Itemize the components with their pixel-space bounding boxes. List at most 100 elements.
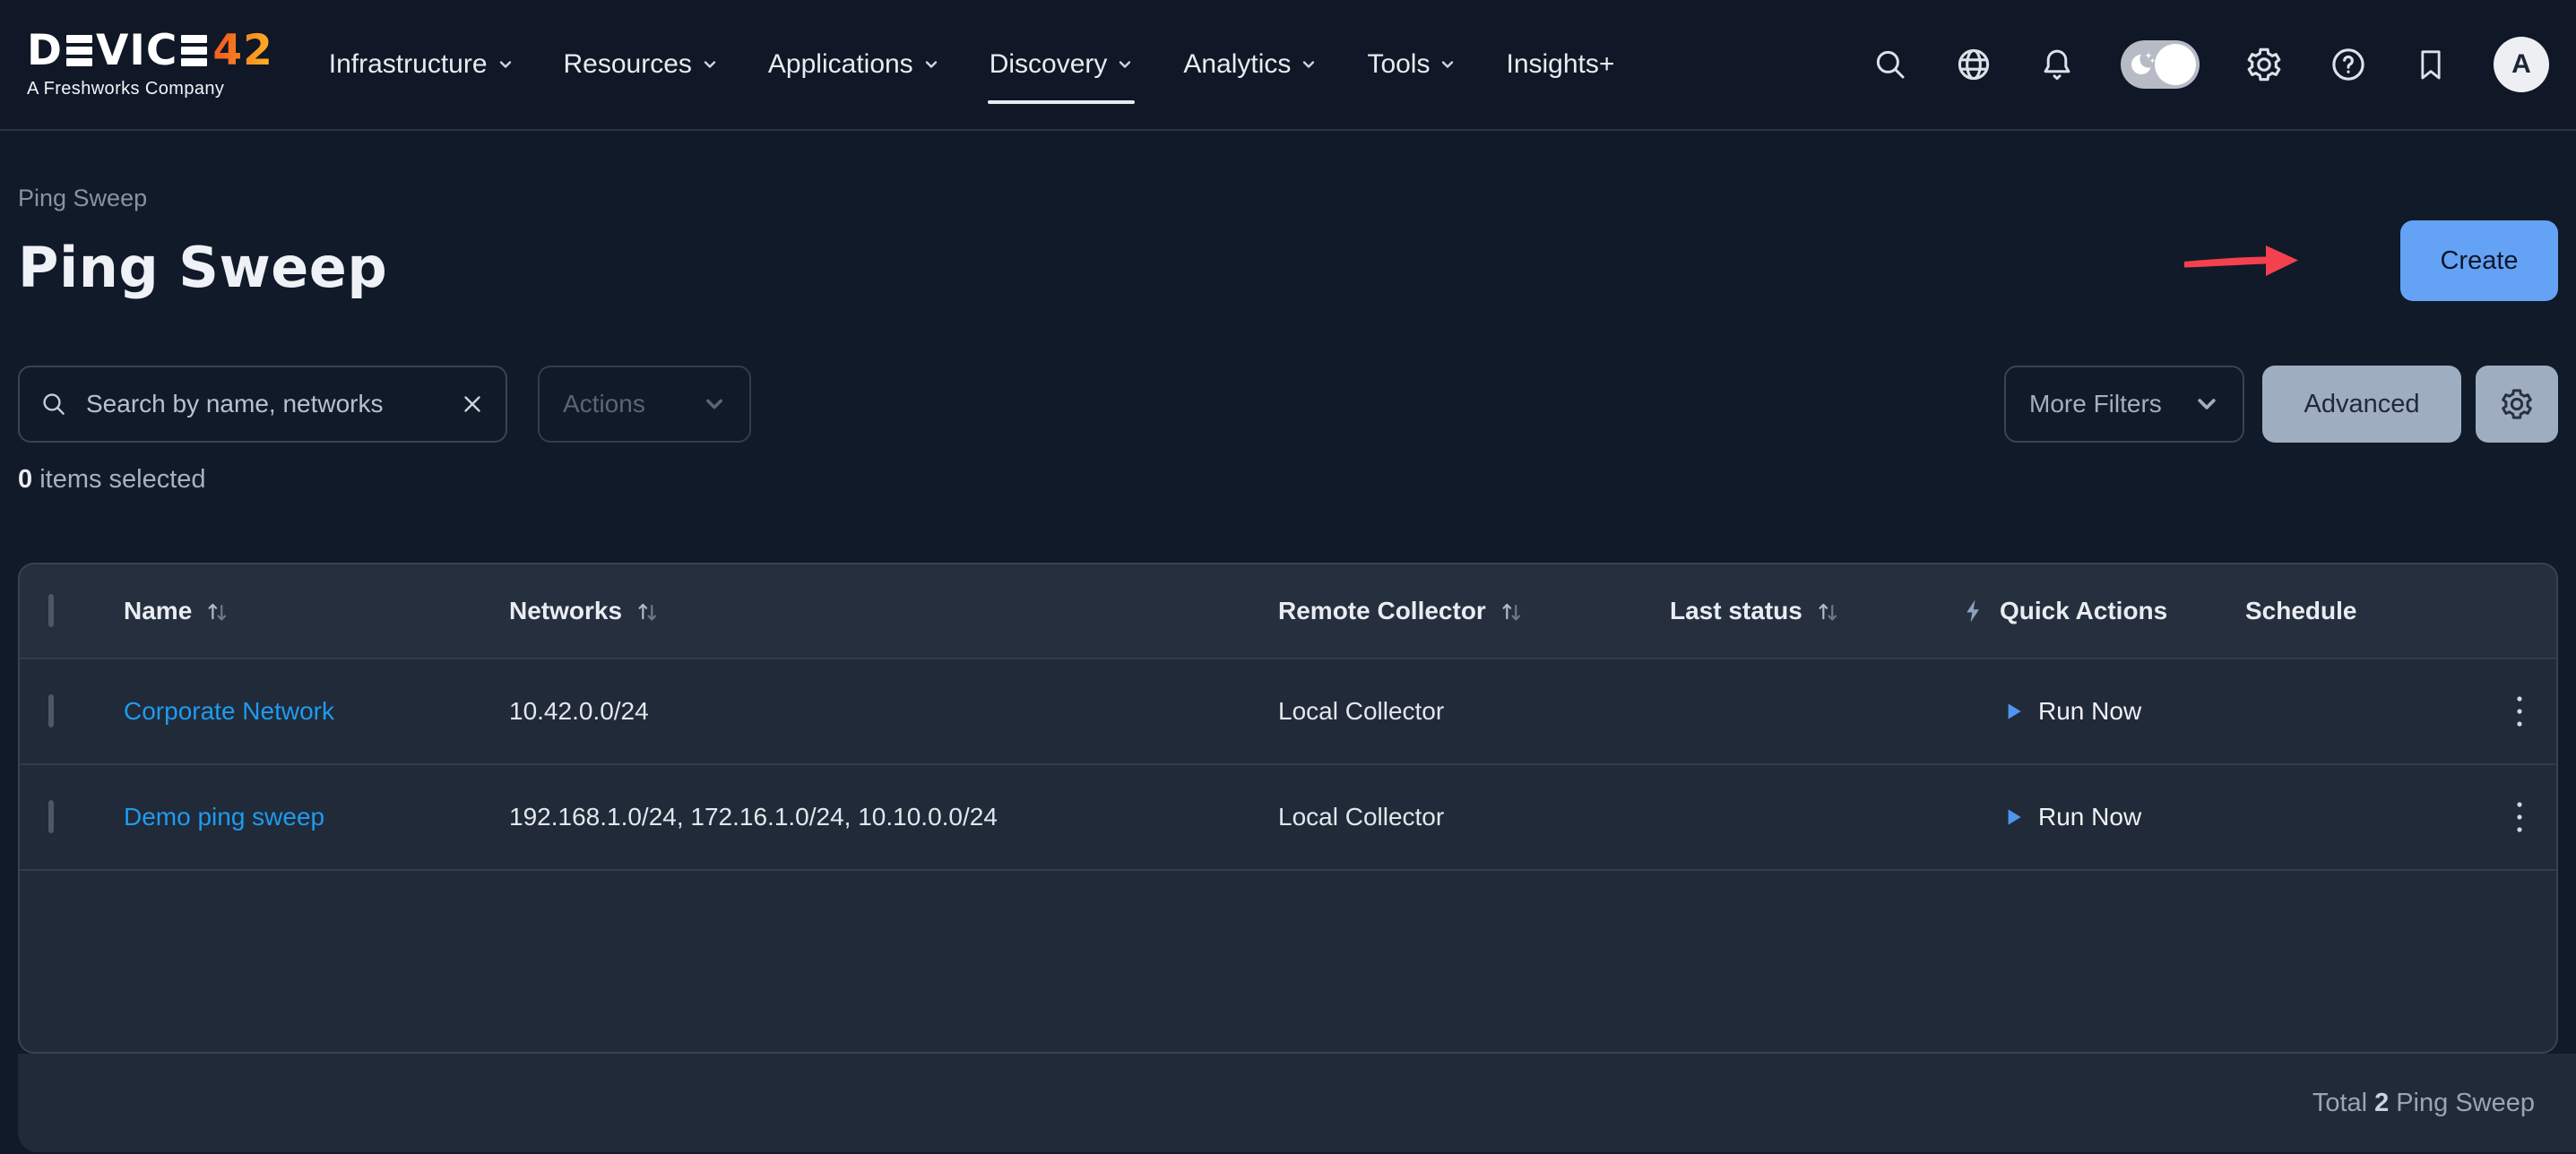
run-now-button[interactable]: Run Now (1960, 697, 2245, 726)
nav-item-analytics[interactable]: Analytics (1183, 0, 1317, 129)
column-header-name[interactable]: Name (124, 597, 192, 625)
table-row: Demo ping sweep 192.168.1.0/24, 172.16.1… (20, 763, 2556, 869)
total-entity: Ping Sweep (2396, 1089, 2535, 1118)
ping-sweep-table: Name Networks Remote Collector Last stat… (18, 563, 2558, 1054)
avatar-initial: A (2511, 49, 2531, 80)
settings-gear-icon[interactable] (2244, 45, 2284, 84)
chevron-down-icon (1439, 56, 1456, 73)
column-header-schedule: Schedule (2245, 597, 2356, 625)
table-row: Corporate Network 10.42.0.0/24 Local Col… (20, 658, 2556, 763)
run-now-label: Run Now (2038, 697, 2141, 726)
sort-icon[interactable] (204, 599, 229, 624)
row-name-link[interactable]: Demo ping sweep (124, 803, 324, 831)
page-head: Ping Sweep Ping Sweep Create (18, 185, 2558, 301)
logo-letters: VIC (96, 30, 177, 72)
chevron-down-icon (2194, 392, 2219, 417)
table-header-row: Name Networks Remote Collector Last stat… (20, 564, 2556, 658)
nav-item-label: Insights+ (1506, 49, 1614, 80)
row-name-link[interactable]: Corporate Network (124, 697, 334, 725)
column-header-last-status[interactable]: Last status (1670, 597, 1802, 625)
nav-utility-icons: A (1871, 37, 2549, 92)
chevron-down-icon (497, 56, 514, 73)
search-box (18, 366, 507, 443)
selection-count-text: items selected (39, 465, 205, 494)
nav-item-label: Tools (1367, 49, 1430, 80)
row-networks: 192.168.1.0/24, 172.16.1.0/24, 10.10.0.0… (509, 803, 1278, 831)
avatar[interactable]: A (2494, 37, 2549, 92)
logo-e-glyph (66, 35, 92, 66)
nav-item-infrastructure[interactable]: Infrastructure (329, 0, 514, 129)
nav-item-applications[interactable]: Applications (768, 0, 939, 129)
select-all-checkbox[interactable] (48, 594, 54, 627)
globe-icon[interactable] (1954, 45, 1993, 84)
nav-item-label: Analytics (1183, 49, 1291, 80)
table-settings-button[interactable] (2476, 366, 2558, 443)
actions-label: Actions (563, 390, 645, 418)
annotation-arrow-icon (2182, 240, 2300, 281)
logo-accent-42: 42 (212, 30, 272, 72)
nav-item-label: Applications (768, 49, 913, 80)
search-icon[interactable] (1871, 46, 1909, 83)
more-filters-dropdown[interactable]: More Filters (2004, 366, 2244, 443)
brand-tagline: A Freshworks Company (27, 79, 273, 99)
search-input[interactable] (84, 389, 443, 419)
column-header-quick-actions: Quick Actions (2000, 597, 2167, 625)
sort-icon[interactable] (1815, 599, 1840, 624)
run-now-button[interactable]: Run Now (1960, 803, 2245, 831)
create-button[interactable]: Create (2400, 220, 2558, 301)
help-icon[interactable] (2329, 45, 2368, 84)
total-label: Total (2312, 1089, 2367, 1118)
page-title: Ping Sweep (18, 234, 387, 301)
top-nav: D VIC 42 A Freshworks Company Infrastruc… (0, 0, 2576, 131)
advanced-button[interactable]: Advanced (2262, 366, 2461, 443)
row-remote-collector: Local Collector (1278, 697, 1670, 726)
search-icon (39, 390, 68, 418)
chevron-down-icon (702, 56, 718, 73)
nav-item-discovery[interactable]: Discovery (990, 0, 1134, 129)
row-menu-kebab-icon[interactable] (2504, 788, 2556, 846)
main-content: Ping Sweep Ping Sweep Create Actions Mor… (0, 185, 2576, 1152)
more-filters-label: More Filters (2029, 390, 2162, 418)
logo-e-glyph (181, 35, 207, 66)
filter-bar: Actions More Filters Advanced (18, 366, 2558, 443)
theme-toggle-knob (2155, 44, 2196, 85)
nav-item-resources[interactable]: Resources (564, 0, 718, 129)
sort-icon[interactable] (1499, 599, 1524, 624)
advanced-label: Advanced (2304, 390, 2420, 419)
theme-toggle[interactable] (2121, 40, 2200, 89)
gear-icon (2499, 386, 2535, 422)
notifications-bell-icon[interactable] (2038, 46, 2076, 83)
bookmark-icon[interactable] (2413, 47, 2449, 82)
selection-count-number: 0 (18, 465, 32, 494)
main-menu: Infrastructure Resources Applications Di… (329, 0, 1615, 129)
table-footer: Total 2 Ping Sweep (18, 1054, 2576, 1152)
create-button-label: Create (2440, 246, 2518, 276)
brand-logo-word: D VIC 42 (27, 30, 273, 72)
selection-count: 0 items selected (18, 464, 2558, 495)
nav-item-tools[interactable]: Tools (1367, 0, 1456, 129)
nav-item-insights-plus[interactable]: Insights+ (1506, 0, 1614, 129)
clear-search-icon[interactable] (459, 391, 486, 418)
run-now-label: Run Now (2038, 803, 2141, 831)
total-count: 2 (2367, 1089, 2396, 1118)
column-header-networks[interactable]: Networks (509, 597, 622, 625)
nav-item-label: Infrastructure (329, 49, 488, 80)
chevron-down-icon (1117, 56, 1133, 73)
breadcrumb[interactable]: Ping Sweep (18, 185, 387, 212)
nav-item-label: Resources (564, 49, 692, 80)
nav-item-label: Discovery (990, 49, 1108, 80)
lightning-bolt-icon (1960, 598, 1987, 624)
sort-icon[interactable] (635, 599, 660, 624)
row-remote-collector: Local Collector (1278, 803, 1670, 831)
play-icon (2001, 700, 2025, 723)
chevron-down-icon (703, 392, 726, 416)
column-header-remote-collector[interactable]: Remote Collector (1278, 597, 1486, 625)
actions-dropdown[interactable]: Actions (538, 366, 751, 443)
row-checkbox[interactable] (48, 800, 54, 833)
play-icon (2001, 805, 2025, 829)
chevron-down-icon (1301, 56, 1317, 73)
table-empty-area (20, 869, 2556, 1052)
brand-logo[interactable]: D VIC 42 A Freshworks Company (27, 30, 273, 99)
row-checkbox[interactable] (48, 694, 54, 728)
row-menu-kebab-icon[interactable] (2504, 683, 2556, 740)
